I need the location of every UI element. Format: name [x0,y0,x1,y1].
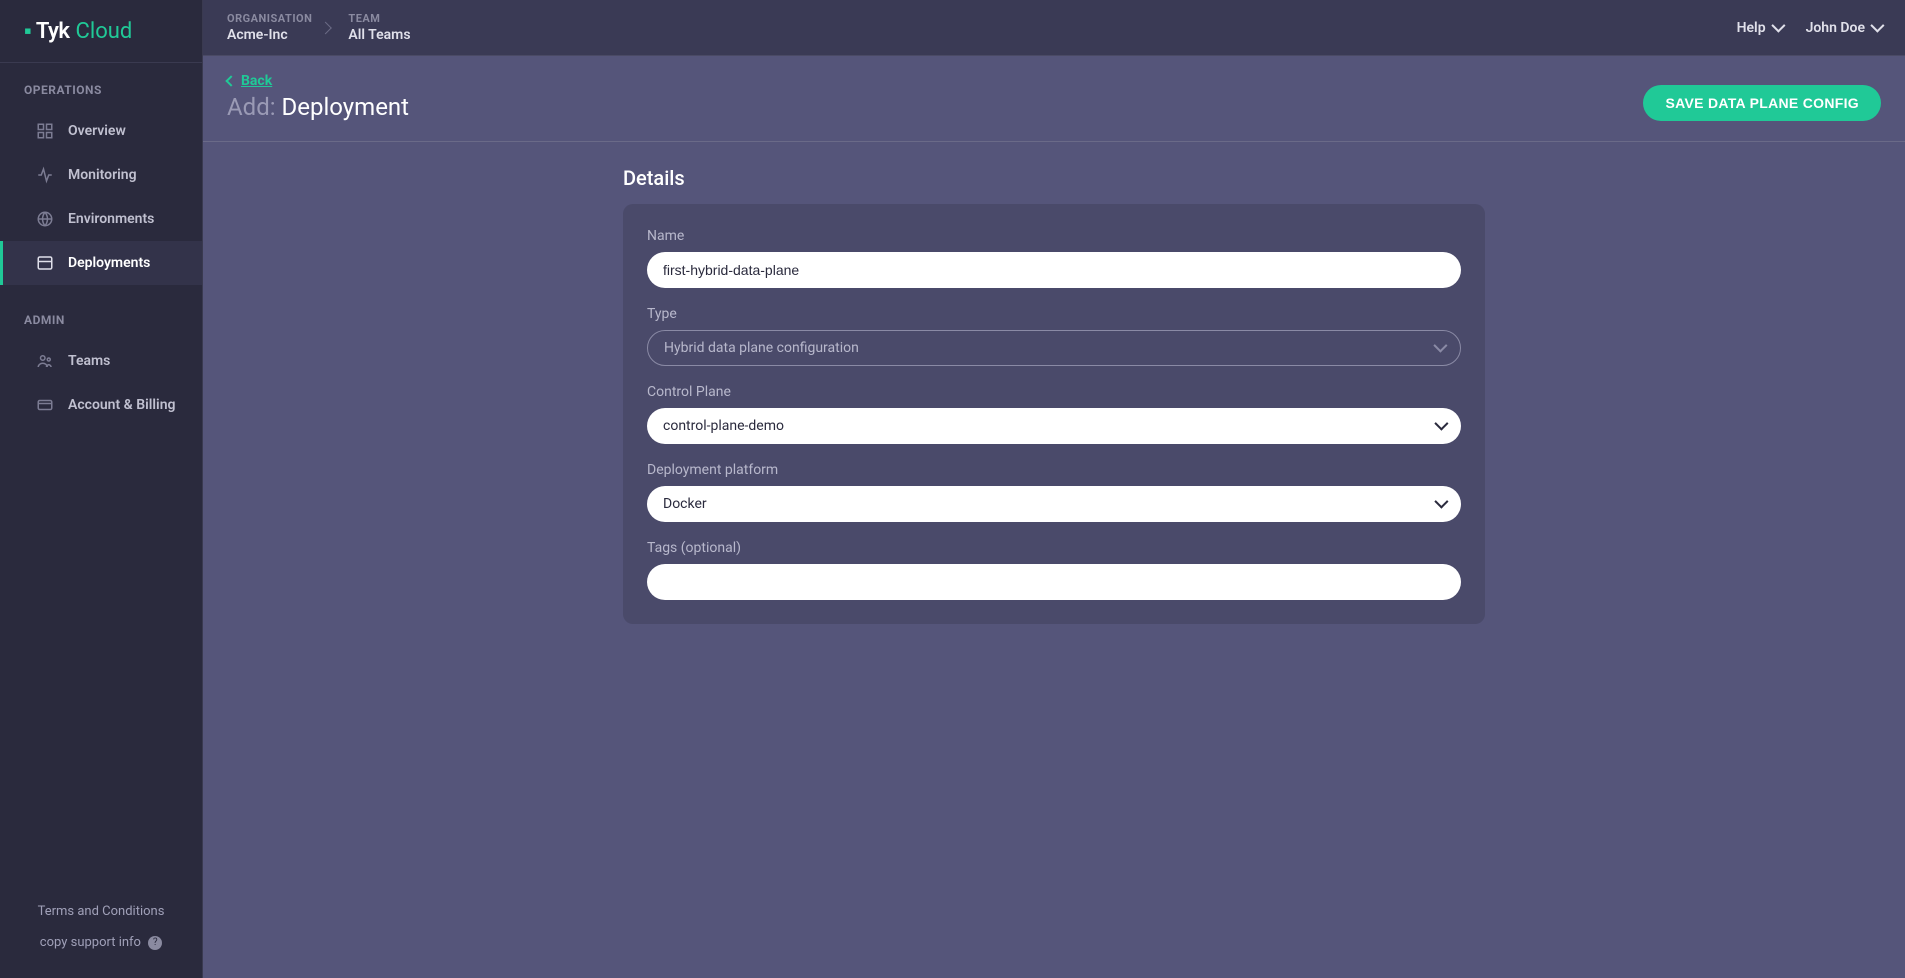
page-title: Add: Deployment [227,93,1643,121]
sidebar-item-label: Teams [68,353,110,369]
sidebar-item-overview[interactable]: Overview [0,109,202,153]
logo-mark-icon: ▪ [24,18,32,44]
billing-icon [36,396,54,414]
details-section-title: Details [623,166,1485,190]
chevron-down-icon [1772,20,1782,36]
field-name: Name [647,228,1461,288]
user-menu[interactable]: John Doe [1806,20,1881,36]
nav-header-admin: ADMIN [0,313,202,339]
help-menu[interactable]: Help [1737,20,1782,36]
nav-section-admin: ADMIN Teams Account & Billing [0,293,202,435]
breadcrumb: ORGANISATION Acme-Inc TEAM All Teams [227,12,447,43]
sidebar-item-label: Environments [68,211,154,227]
field-control-plane: Control Plane control-plane-demo [647,384,1461,444]
type-select[interactable]: Hybrid data plane configuration [647,330,1461,366]
environments-icon [36,210,54,228]
overview-icon [36,122,54,140]
help-label: Help [1737,20,1766,36]
control-plane-value: control-plane-demo [663,418,784,434]
sidebar-item-environments[interactable]: Environments [0,197,202,241]
tags-label: Tags (optional) [647,540,1461,556]
support-info-label: copy support info [40,935,141,950]
sidebar-item-label: Deployments [68,255,150,271]
name-label: Name [647,228,1461,244]
platform-value: Docker [663,496,707,512]
sidebar-item-label: Account & Billing [68,397,175,413]
page-header: Back Add: Deployment SAVE DATA PLANE CON… [203,56,1905,142]
chevron-down-icon [1435,418,1445,434]
sidebar-item-monitoring[interactable]: Monitoring [0,153,202,197]
crumb-value: Acme-Inc [227,27,312,43]
sidebar-item-teams[interactable]: Teams [0,339,202,383]
sidebar-item-label: Overview [68,123,126,139]
crumb-team[interactable]: TEAM All Teams [348,12,428,43]
crumb-value: All Teams [348,27,410,43]
content: Details Name Type Hybrid data plane conf… [203,142,1905,978]
sidebar-item-account-billing[interactable]: Account & Billing [0,383,202,427]
deployments-icon [36,254,54,272]
nav-section-operations: OPERATIONS Overview Monitoring Environme… [0,63,202,293]
sidebar-item-deployments[interactable]: Deployments [0,241,202,285]
chevron-down-icon [1434,340,1444,356]
main: ORGANISATION Acme-Inc TEAM All Teams Hel… [203,0,1905,978]
control-plane-label: Control Plane [647,384,1461,400]
logo-text: Tyk [36,19,70,44]
field-tags: Tags (optional) [647,540,1461,600]
page-title-prefix: Add: [227,93,276,121]
sidebar-footer: Terms and Conditions copy support info ? [0,896,202,978]
crumb-label: TEAM [348,12,410,25]
back-link[interactable]: Back [227,73,272,89]
platform-select[interactable]: Docker [647,486,1461,522]
topbar-right: Help John Doe [1737,20,1881,36]
details-card: Name Type Hybrid data plane configuratio… [623,204,1485,624]
logo[interactable]: ▪ Tyk Cloud [0,0,202,63]
crumb-organisation[interactable]: ORGANISATION Acme-Inc [227,12,330,43]
control-plane-select[interactable]: control-plane-demo [647,408,1461,444]
help-icon: ? [148,936,162,950]
tags-input[interactable] [647,564,1461,600]
support-info-link[interactable]: copy support info ? [0,927,202,958]
name-input[interactable] [647,252,1461,288]
type-label: Type [647,306,1461,322]
chevron-down-icon [1435,496,1445,512]
user-label: John Doe [1806,20,1865,36]
monitoring-icon [36,166,54,184]
platform-label: Deployment platform [647,462,1461,478]
topbar: ORGANISATION Acme-Inc TEAM All Teams Hel… [203,0,1905,56]
terms-link[interactable]: Terms and Conditions [0,896,202,927]
logo-suffix: Cloud [76,19,133,44]
field-deployment-platform: Deployment platform Docker [647,462,1461,522]
type-value: Hybrid data plane configuration [664,340,859,356]
chevron-down-icon [1871,20,1881,36]
teams-icon [36,352,54,370]
sidebar-item-label: Monitoring [68,167,137,183]
page-title-main: Deployment [282,93,410,121]
nav-header-operations: OPERATIONS [0,83,202,109]
sidebar: ▪ Tyk Cloud OPERATIONS Overview Monitori… [0,0,203,978]
crumb-label: ORGANISATION [227,12,312,25]
field-type: Type Hybrid data plane configuration [647,306,1461,366]
save-data-plane-config-button[interactable]: SAVE DATA PLANE CONFIG [1643,85,1881,121]
